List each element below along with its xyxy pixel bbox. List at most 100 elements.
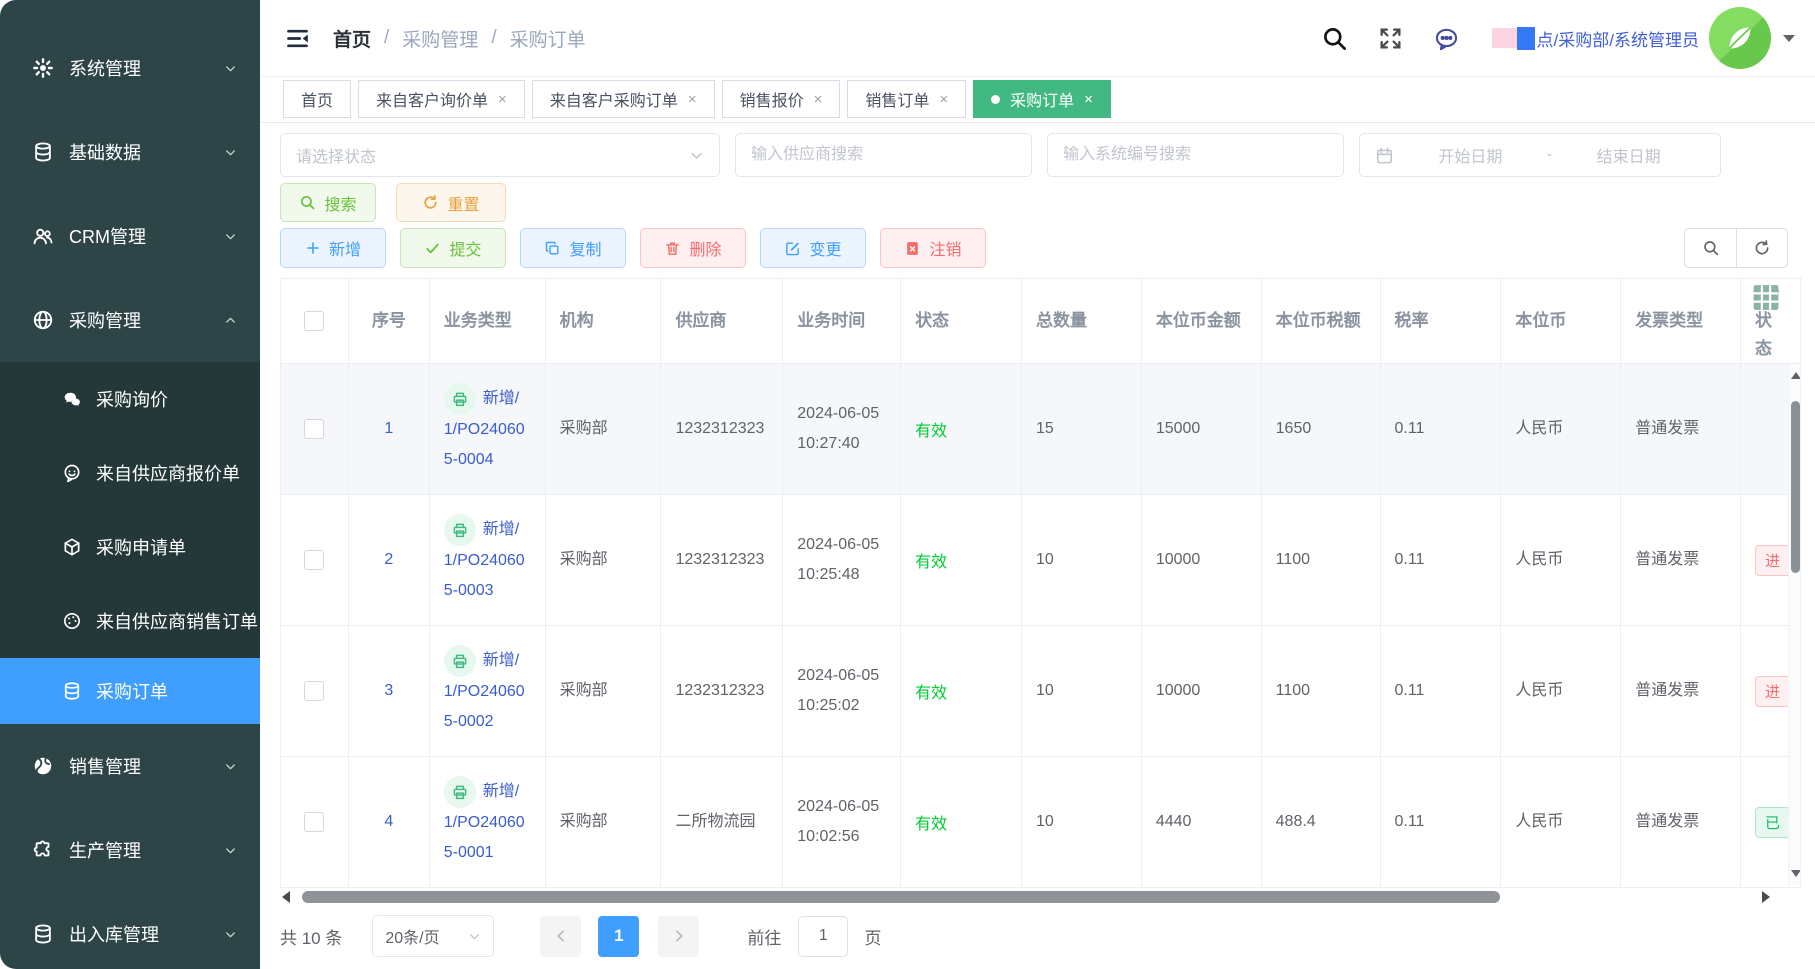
sidebar-item-base-data[interactable]: 基础数据 <box>0 110 260 194</box>
tab-close-icon[interactable]: × <box>498 92 507 107</box>
sidebar-subitem-supplier-quote[interactable]: 来自供应商报价单 <box>0 436 260 510</box>
tab-home[interactable]: 首页 <box>283 80 351 118</box>
sidebar-subitem-supplier-sales-order[interactable]: 来自供应商销售订单 <box>0 584 260 658</box>
column-header[interactable]: 序号 <box>349 279 430 363</box>
change-button[interactable]: 变更 <box>760 228 866 268</box>
tab-sales-order[interactable]: 销售订单× <box>847 80 966 118</box>
submit-button[interactable]: 提交 <box>400 228 506 268</box>
scroll-up-icon[interactable] <box>1791 372 1801 379</box>
search-icon[interactable] <box>1321 25 1348 52</box>
sidebar-item-sales[interactable]: 销售管理 <box>0 724 260 808</box>
horizontal-scrollbar-thumb[interactable] <box>302 891 1500 903</box>
sidebar-item-warehouse[interactable]: 出入库管理 <box>0 892 260 969</box>
avatar[interactable] <box>1709 7 1771 69</box>
sysno-search-input[interactable] <box>1048 134 1343 176</box>
tab-close-icon[interactable]: × <box>939 92 948 107</box>
cell-amount: 10000 <box>1156 676 1201 706</box>
status-valid-text: 有效 <box>915 417 947 441</box>
sidebar: 系统管理基础数据CRM管理采购管理采购询价来自供应商报价单采购申请单来自供应商销… <box>0 0 260 969</box>
column-header[interactable]: 业务类型 <box>430 279 546 363</box>
tab-close-icon[interactable]: × <box>688 92 697 107</box>
sidebar-collapse-icon[interactable] <box>284 25 311 52</box>
row-seq-link[interactable]: 3 <box>384 682 393 700</box>
breadcrumb-home[interactable]: 首页 <box>333 25 371 52</box>
status-valid-text: 有效 <box>915 548 947 572</box>
cell-amount: 4440 <box>1142 757 1262 887</box>
supplier-search-input[interactable] <box>736 134 1031 176</box>
row-checkbox[interactable] <box>304 550 324 570</box>
column-header[interactable]: 本位币 <box>1501 279 1621 363</box>
select-all-checkbox[interactable] <box>304 311 324 331</box>
vertical-scrollbar-thumb[interactable] <box>1791 401 1800 573</box>
tab-customer-inquiry[interactable]: 来自客户询价单× <box>358 80 525 118</box>
printer-icon[interactable] <box>444 514 476 546</box>
column-header[interactable]: 状态 <box>901 279 1022 363</box>
row-seq-link[interactable]: 4 <box>384 813 393 831</box>
tab-close-icon[interactable]: × <box>1084 92 1093 107</box>
status-select[interactable]: 请选择状态 <box>280 133 720 177</box>
cell-currency: 人民币 <box>1515 545 1563 575</box>
table-search-icon[interactable] <box>1684 228 1736 268</box>
sidebar-subitem-purchase-request[interactable]: 采购申请单 <box>0 510 260 584</box>
date-end-placeholder[interactable]: 结束日期 <box>1552 143 1705 167</box>
column-header[interactable]: 机构 <box>546 279 662 363</box>
horizontal-scrollbar[interactable] <box>280 889 1801 905</box>
printer-icon[interactable] <box>444 645 476 677</box>
column-header[interactable]: 本位币税额 <box>1262 279 1381 363</box>
column-header[interactable]: 发票类型 <box>1621 279 1741 363</box>
tab-purchase-order[interactable]: 采购订单× <box>973 80 1111 118</box>
current-page-button[interactable]: 1 <box>598 916 639 957</box>
scroll-right-icon[interactable] <box>1762 891 1770 903</box>
tab-customer-po[interactable]: 来自客户采购订单× <box>532 80 715 118</box>
sidebar-item-purchase[interactable]: 采购管理 <box>0 278 260 362</box>
scroll-down-icon[interactable] <box>1791 870 1801 877</box>
sidebar-item-label: 出入库管理 <box>69 921 223 947</box>
search-button[interactable]: 搜索 <box>280 183 376 222</box>
row-checkbox[interactable] <box>304 419 324 439</box>
date-range-picker[interactable]: 开始日期 - 结束日期 <box>1359 133 1721 177</box>
prev-page-button[interactable] <box>540 916 581 957</box>
fullscreen-icon[interactable] <box>1378 26 1403 51</box>
user-menu[interactable]: 点/采购部/系统管理员 <box>1492 7 1795 69</box>
sidebar-subitem-purchase-inquiry[interactable]: 采购询价 <box>0 362 260 436</box>
scroll-left-icon[interactable] <box>282 891 290 903</box>
column-header[interactable]: 本位币金额 <box>1142 279 1262 363</box>
message-icon[interactable] <box>1433 25 1460 52</box>
next-page-button[interactable] <box>658 916 699 957</box>
tab-sales-quote[interactable]: 销售报价× <box>722 80 841 118</box>
page-size-select[interactable]: 20条/页 <box>372 915 494 957</box>
copy-button[interactable]: 复制 <box>520 228 626 268</box>
vertical-scrollbar[interactable] <box>1788 364 1801 885</box>
cell-rate: 0.11 <box>1395 676 1425 706</box>
wechat-icon <box>62 389 82 409</box>
row-seq-link[interactable]: 2 <box>384 551 393 569</box>
printer-icon[interactable] <box>444 383 476 415</box>
cancel-button[interactable]: 注销 <box>880 228 986 268</box>
tab-close-icon[interactable]: × <box>814 92 823 107</box>
breadcrumb-purchase[interactable]: 采购管理 <box>402 25 478 52</box>
sidebar-item-crm[interactable]: CRM管理 <box>0 194 260 278</box>
sidebar-item-label: 采购管理 <box>69 307 223 333</box>
table-refresh-icon[interactable] <box>1736 228 1788 268</box>
column-header[interactable]: 税率 <box>1381 279 1502 363</box>
row-checkbox[interactable] <box>304 681 324 701</box>
delete-button[interactable]: 删除 <box>640 228 746 268</box>
row-seq-link[interactable]: 1 <box>384 420 393 438</box>
column-header[interactable]: 业务时间 <box>783 279 901 363</box>
sidebar-item-system[interactable]: 系统管理 <box>0 26 260 110</box>
sidebar-subitem-purchase-order[interactable]: 采购订单 <box>0 658 260 724</box>
add-button[interactable]: 新增 <box>280 228 386 268</box>
chevron-down-icon[interactable] <box>1783 35 1795 42</box>
goto-page-input[interactable] <box>798 916 848 957</box>
cell-invoice: 普通发票 <box>1621 626 1741 756</box>
row-checkbox[interactable] <box>304 812 324 832</box>
cell-supplier: 二所物流园 <box>661 757 783 887</box>
cell-org: 采购部 <box>546 364 662 494</box>
sidebar-item-production[interactable]: 生产管理 <box>0 808 260 892</box>
reset-button[interactable]: 重置 <box>396 183 506 222</box>
printer-icon[interactable] <box>444 776 476 808</box>
column-header[interactable]: 供应商 <box>661 279 783 363</box>
column-settings-icon[interactable] <box>1748 281 1784 314</box>
column-header[interactable]: 总数量 <box>1022 279 1142 363</box>
date-start-placeholder[interactable]: 开始日期 <box>1394 143 1547 167</box>
